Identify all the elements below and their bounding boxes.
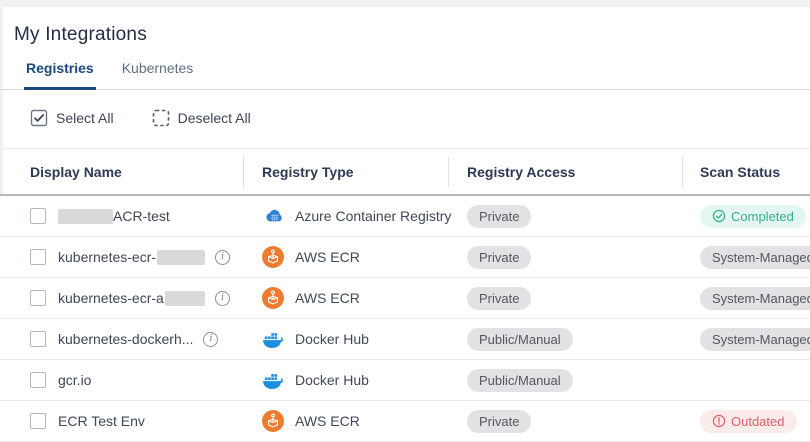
registry-access-badge: Public/Manual — [467, 328, 573, 351]
scan-status-cell: Completed — [682, 205, 810, 228]
column-header-display-name: Display Name — [0, 164, 243, 180]
docker-hub-icon — [262, 328, 284, 350]
display-name-label: ACR-test — [113, 208, 170, 224]
scan-status-label: System-Managed — [712, 250, 810, 265]
registry-access-cell: Private — [448, 205, 682, 228]
display-name-label: ECR Test Env — [58, 413, 145, 429]
display-name-label: kubernetes-dockerh... — [58, 331, 193, 347]
select-all-label: Select All — [56, 110, 114, 126]
registry-type-label: Docker Hub — [295, 372, 369, 388]
alert-circle-icon — [712, 414, 726, 428]
aws-ecr-icon — [262, 287, 284, 309]
registry-access-badge: Private — [467, 287, 531, 310]
row-checkbox[interactable] — [30, 331, 46, 347]
tab-bar: Registries Kubernetes — [0, 59, 810, 90]
deselect-all-button[interactable]: Deselect All — [152, 109, 251, 127]
table-row: kubernetes-ecr- i AWS ECR Private — [0, 237, 810, 278]
info-icon[interactable]: i — [203, 332, 218, 347]
column-header-registry-access: Registry Access — [448, 164, 682, 180]
redacted-text — [165, 291, 205, 306]
tab-registries[interactable]: Registries — [24, 59, 96, 89]
table-row: gcr.io — [0, 360, 810, 401]
redacted-text — [157, 250, 205, 265]
aws-ecr-icon — [262, 246, 284, 268]
scan-status-badge: System-Managed — [700, 246, 810, 269]
registry-type-label: AWS ECR — [295, 249, 360, 265]
registry-type-cell: Docker Hub — [243, 369, 448, 391]
display-name-label: gcr.io — [58, 372, 91, 388]
scan-status-label: Completed — [731, 209, 794, 224]
table-body: ACR-test Azure Container Registry Privat… — [0, 196, 810, 442]
selection-toolbar: Select All Deselect All — [30, 108, 810, 127]
page-title: My Integrations — [14, 23, 810, 47]
scan-status-label: Outdated — [731, 414, 785, 429]
registry-type-cell: AWS ECR — [243, 246, 448, 268]
registry-access-badge: Private — [467, 410, 531, 433]
registries-table: Display Name Registry Type Registry Acce… — [0, 148, 810, 442]
row-checkbox[interactable] — [30, 413, 46, 429]
display-name-cell: kubernetes-ecr- i — [0, 249, 243, 265]
scan-status-label: System-Managed — [712, 332, 810, 347]
scan-status-badge: System-Managed — [700, 328, 810, 351]
checkbox-checked-icon — [30, 109, 48, 127]
row-checkbox[interactable] — [30, 208, 46, 224]
table-row: ECR Test Env AWS ECR Private — [0, 401, 810, 442]
registry-access-cell: Public/Manual — [448, 328, 682, 351]
registry-access-badge: Public/Manual — [467, 369, 573, 392]
table-header-row: Display Name Registry Type Registry Acce… — [0, 149, 810, 196]
row-checkbox[interactable] — [30, 372, 46, 388]
docker-hub-icon — [262, 369, 284, 391]
tab-kubernetes[interactable]: Kubernetes — [120, 59, 196, 89]
row-checkbox[interactable] — [30, 249, 46, 265]
table-row: kubernetes-ecr-a i AWS ECR Private — [0, 278, 810, 319]
my-integrations-page: My Integrations Registries Kubernetes Se… — [0, 0, 810, 442]
registry-access-cell: Public/Manual — [448, 369, 682, 392]
registry-access-cell: Private — [448, 287, 682, 310]
info-icon[interactable]: i — [215, 250, 230, 265]
registry-type-label: Azure Container Registry — [295, 208, 451, 224]
display-name-cell: gcr.io — [0, 372, 243, 388]
registry-type-label: Docker Hub — [295, 331, 369, 347]
redacted-text — [58, 209, 113, 224]
table-row: ACR-test Azure Container Registry Privat… — [0, 196, 810, 237]
display-name-cell: ACR-test — [0, 208, 243, 224]
scan-status-badge: Completed — [700, 205, 806, 228]
display-name-cell: kubernetes-dockerh... i — [0, 331, 243, 347]
azure-container-registry-icon — [262, 205, 284, 227]
registry-access-cell: Private — [448, 410, 682, 433]
scan-status-badge: Outdated — [700, 410, 797, 433]
scan-status-badge: System-Managed — [700, 287, 810, 310]
registry-type-cell: Docker Hub — [243, 328, 448, 350]
display-name-label: kubernetes-ecr- — [58, 249, 156, 265]
info-icon[interactable]: i — [215, 291, 230, 306]
table-row: kubernetes-dockerh... i — [0, 319, 810, 360]
scan-status-cell: System-Managed — [682, 287, 810, 310]
registry-access-badge: Private — [467, 205, 531, 228]
row-checkbox[interactable] — [30, 290, 46, 306]
column-header-registry-type: Registry Type — [243, 164, 448, 180]
scan-status-cell: Outdated — [682, 410, 810, 433]
display-name-cell: kubernetes-ecr-a i — [0, 290, 243, 306]
registry-access-cell: Private — [448, 246, 682, 269]
check-circle-icon — [712, 209, 726, 223]
column-header-scan-status: Scan Status — [682, 164, 810, 180]
checkbox-dashed-icon — [152, 109, 170, 127]
display-name-label: kubernetes-ecr-a — [58, 290, 164, 306]
registry-type-label: AWS ECR — [295, 290, 360, 306]
scan-status-cell: System-Managed — [682, 246, 810, 269]
select-all-button[interactable]: Select All — [30, 109, 114, 127]
registry-access-badge: Private — [467, 246, 531, 269]
registry-type-cell: AWS ECR — [243, 287, 448, 309]
display-name-cell: ECR Test Env — [0, 413, 243, 429]
deselect-all-label: Deselect All — [178, 110, 251, 126]
registry-type-label: AWS ECR — [295, 413, 360, 429]
scan-status-label: System-Managed — [712, 291, 810, 306]
registry-type-cell: Azure Container Registry — [243, 205, 448, 227]
scan-status-cell: System-Managed — [682, 328, 810, 351]
